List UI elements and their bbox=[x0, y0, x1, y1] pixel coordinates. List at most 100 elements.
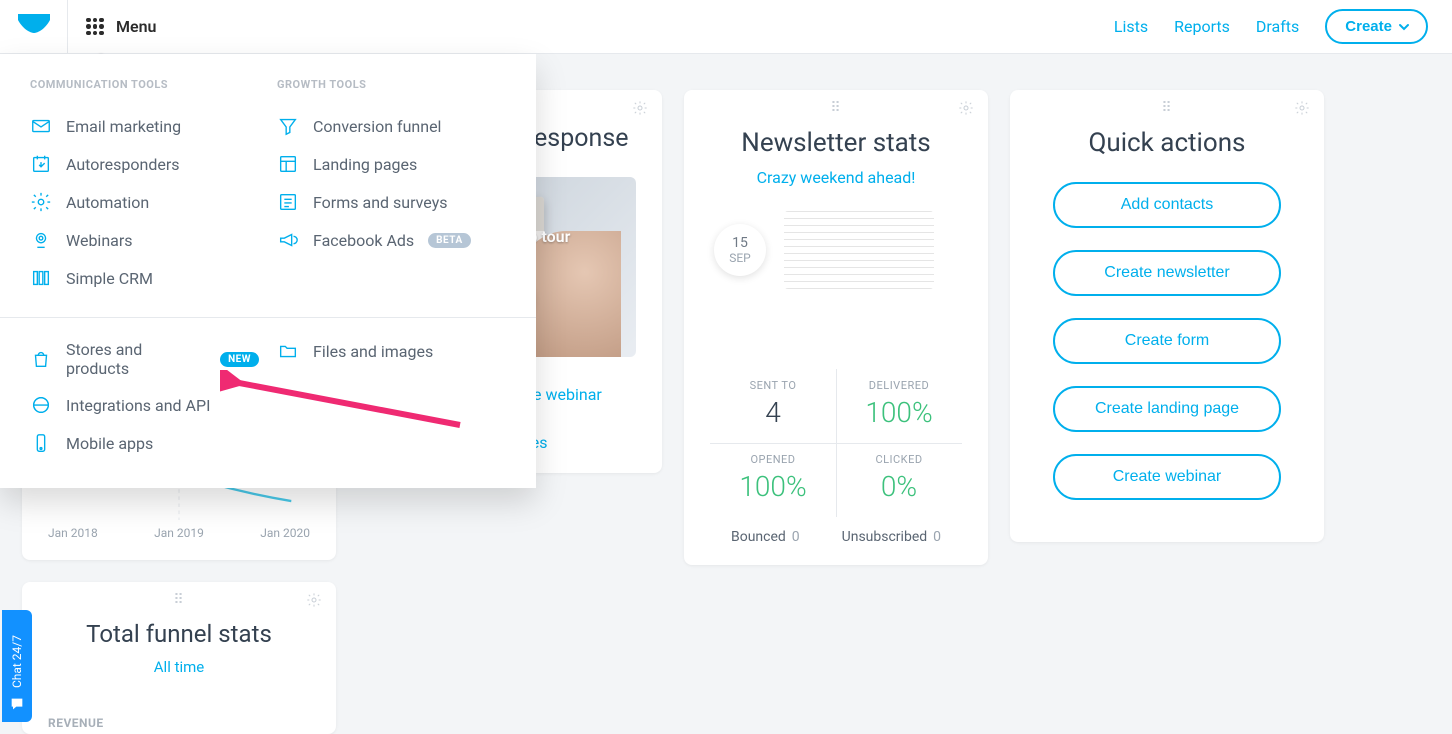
create-form-button[interactable]: Create form bbox=[1053, 318, 1281, 364]
chart-tick: Jan 2020 bbox=[260, 526, 310, 540]
card-subtitle-link[interactable]: All time bbox=[48, 658, 310, 676]
badge-new: NEW bbox=[220, 352, 259, 367]
card-settings-button[interactable] bbox=[306, 592, 322, 612]
menu-button[interactable]: Menu bbox=[68, 0, 174, 54]
menu-item-label: Forms and surveys bbox=[313, 193, 448, 212]
chevron-down-icon bbox=[1398, 21, 1410, 33]
card-title: Newsletter stats bbox=[710, 128, 962, 158]
revenue-label: REVENUE bbox=[48, 716, 310, 730]
mega-col-communication: COMMUNICATION TOOLS Email marketing Auto… bbox=[30, 78, 259, 297]
api-icon bbox=[30, 394, 52, 416]
mobile-icon bbox=[30, 432, 52, 454]
chat-icon bbox=[9, 696, 25, 712]
date-month: SEP bbox=[729, 251, 751, 265]
layout-icon bbox=[277, 153, 299, 175]
drag-handle-icon[interactable]: ⠿ bbox=[173, 592, 184, 608]
newsletter-stats-card: ⠿ Newsletter stats Crazy weekend ahead! … bbox=[684, 90, 988, 565]
menu-item-mobile-apps[interactable]: Mobile apps bbox=[30, 424, 259, 462]
menu-item-stores-products[interactable]: Stores and products NEW bbox=[30, 332, 259, 386]
menu-item-label: Stores and products bbox=[66, 340, 206, 378]
funnel-stats-card: ⠿ Total funnel stats All time REVENUE bbox=[22, 582, 336, 734]
create-landing-page-button[interactable]: Create landing page bbox=[1053, 386, 1281, 432]
badge-beta: BETA bbox=[428, 233, 471, 248]
create-webinar-button[interactable]: Create webinar bbox=[1053, 454, 1281, 500]
newsletter-link[interactable]: Crazy weekend ahead! bbox=[710, 168, 962, 187]
mega-menu: COMMUNICATION TOOLS Email marketing Auto… bbox=[0, 54, 536, 488]
envelope-icon bbox=[30, 115, 52, 137]
menu-item-label: Autoresponders bbox=[66, 155, 180, 174]
chart-tick: Jan 2019 bbox=[154, 526, 204, 540]
nav-lists[interactable]: Lists bbox=[1114, 17, 1148, 36]
chart-tick: Jan 2018 bbox=[48, 526, 98, 540]
menu-item-files-images[interactable]: Files and images bbox=[277, 332, 506, 370]
form-icon bbox=[277, 191, 299, 213]
chat-tab[interactable]: Chat 24/7 bbox=[2, 610, 32, 722]
menu-item-autoresponders[interactable]: Autoresponders bbox=[30, 145, 259, 183]
menu-item-label: Mobile apps bbox=[66, 434, 153, 453]
stat-unsubscribed: Unsubscribed0 bbox=[842, 529, 941, 545]
grid-icon bbox=[86, 18, 104, 36]
create-button[interactable]: Create bbox=[1325, 9, 1428, 44]
card-settings-button[interactable] bbox=[1294, 100, 1310, 120]
bag-icon bbox=[30, 348, 52, 370]
columns-icon bbox=[30, 267, 52, 289]
nav-reports[interactable]: Reports bbox=[1174, 17, 1230, 36]
menu-item-automation[interactable]: Automation bbox=[30, 183, 259, 221]
drag-handle-icon[interactable]: ⠿ bbox=[830, 100, 841, 116]
date-day: 15 bbox=[732, 235, 748, 251]
menu-item-label: Facebook Ads bbox=[313, 231, 414, 250]
announce-icon bbox=[277, 229, 299, 251]
newsletter-preview[interactable] bbox=[784, 211, 934, 289]
menu-item-conversion-funnel[interactable]: Conversion funnel bbox=[277, 107, 506, 145]
menu-item-label: Landing pages bbox=[313, 155, 417, 174]
newsletter-foot-row: Bounced0 Unsubscribed0 bbox=[710, 529, 962, 545]
create-label: Create bbox=[1345, 18, 1392, 35]
create-newsletter-button[interactable]: Create newsletter bbox=[1053, 250, 1281, 296]
menu-item-webinars[interactable]: Webinars bbox=[30, 221, 259, 259]
top-header: Menu Lists Reports Drafts Create bbox=[0, 0, 1452, 54]
card-settings-button[interactable] bbox=[958, 100, 974, 120]
menu-item-label: Email marketing bbox=[66, 117, 181, 136]
app-logo[interactable] bbox=[0, 0, 68, 54]
menu-item-email-marketing[interactable]: Email marketing bbox=[30, 107, 259, 145]
card-title: Quick actions bbox=[1036, 128, 1298, 158]
menu-item-label: Automation bbox=[66, 193, 149, 212]
quick-actions-card: ⠿ Quick actions Add contacts Create news… bbox=[1010, 90, 1324, 542]
newsletter-date-badge: 15 SEP bbox=[714, 224, 766, 276]
menu-item-facebook-ads[interactable]: Facebook Ads BETA bbox=[277, 221, 506, 259]
menu-item-integrations-api[interactable]: Integrations and API bbox=[30, 386, 259, 424]
stat-clicked: CLICKED 0% bbox=[836, 443, 962, 517]
stat-sent-to: SENT TO 4 bbox=[710, 369, 836, 443]
col-4: ⠿ Quick actions Add contacts Create news… bbox=[1010, 90, 1324, 734]
menu-item-label: Conversion funnel bbox=[313, 117, 441, 136]
add-contacts-button[interactable]: Add contacts bbox=[1053, 182, 1281, 228]
envelope-logo-icon bbox=[17, 13, 51, 41]
stat-opened: OPENED 100% bbox=[710, 443, 836, 517]
mega-col-growth: GROWTH TOOLS Conversion funnel Landing p… bbox=[277, 78, 506, 297]
col-3: ⠿ Newsletter stats Crazy weekend ahead! … bbox=[684, 90, 988, 734]
menu-item-label: Webinars bbox=[66, 231, 133, 250]
menu-item-forms-surveys[interactable]: Forms and surveys bbox=[277, 183, 506, 221]
drag-handle-icon[interactable]: ⠿ bbox=[1161, 100, 1172, 116]
stat-delivered: DELIVERED 100% bbox=[836, 369, 962, 443]
folder-icon bbox=[277, 340, 299, 362]
chat-label: Chat 24/7 bbox=[10, 635, 24, 688]
header-right: Lists Reports Drafts Create bbox=[1114, 9, 1452, 44]
gear-icon bbox=[30, 191, 52, 213]
mega-heading-communication: COMMUNICATION TOOLS bbox=[30, 78, 259, 91]
menu-item-label: Simple CRM bbox=[66, 269, 153, 288]
card-title: Total funnel stats bbox=[48, 620, 310, 648]
menu-item-label: Files and images bbox=[313, 342, 433, 361]
nav-drafts[interactable]: Drafts bbox=[1256, 17, 1299, 36]
stat-bounced: Bounced0 bbox=[731, 529, 800, 545]
mega-heading-growth: GROWTH TOOLS bbox=[277, 78, 506, 91]
menu-item-landing-pages[interactable]: Landing pages bbox=[277, 145, 506, 183]
mega-col-other-right: Files and images bbox=[277, 332, 506, 462]
calendar-icon bbox=[30, 153, 52, 175]
menu-label: Menu bbox=[116, 17, 156, 36]
card-settings-button[interactable] bbox=[632, 100, 648, 120]
newsletter-stat-grid: SENT TO 4 DELIVERED 100% OPENED 100% CLI… bbox=[710, 369, 962, 517]
funnel-icon bbox=[277, 115, 299, 137]
webcam-icon bbox=[30, 229, 52, 251]
menu-item-simple-crm[interactable]: Simple CRM bbox=[30, 259, 259, 297]
